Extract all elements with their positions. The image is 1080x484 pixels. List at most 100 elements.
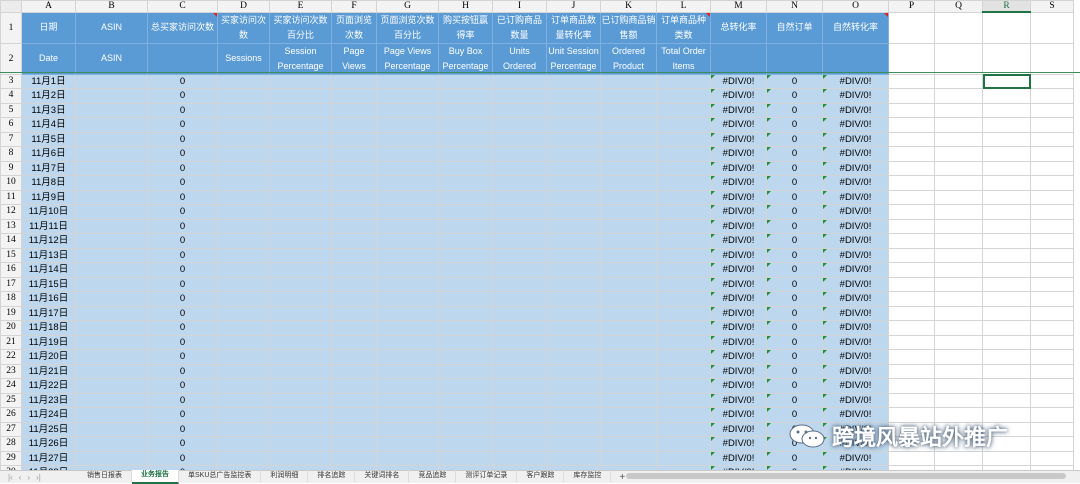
- data-cell[interactable]: [269, 189, 332, 205]
- empty-cell[interactable]: [888, 218, 935, 234]
- data-cell[interactable]: [376, 73, 439, 89]
- data-cell[interactable]: [656, 436, 711, 452]
- empty-cell[interactable]: [934, 450, 983, 466]
- data-cell[interactable]: [331, 102, 377, 118]
- data-cell[interactable]: [600, 392, 657, 408]
- data-cell[interactable]: [75, 102, 148, 118]
- sessions-total-cell[interactable]: 0: [147, 305, 218, 321]
- date-cell[interactable]: 11月21日: [21, 363, 76, 379]
- row-number[interactable]: 24: [0, 378, 22, 394]
- data-cell[interactable]: [269, 334, 332, 350]
- data-cell[interactable]: [656, 450, 711, 466]
- sheet-tab[interactable]: 排名追踪: [308, 470, 356, 482]
- data-cell[interactable]: [546, 421, 601, 437]
- sheet-tab[interactable]: 客户跟踪: [517, 470, 565, 482]
- data-cell[interactable]: [492, 247, 547, 263]
- header-cell[interactable]: [710, 42, 767, 75]
- empty-cell[interactable]: [888, 189, 935, 205]
- empty-cell[interactable]: [1030, 117, 1074, 133]
- data-cell[interactable]: [492, 320, 547, 336]
- date-cell[interactable]: 11月23日: [21, 392, 76, 408]
- row-number[interactable]: 22: [0, 349, 22, 365]
- empty-cell[interactable]: [888, 102, 935, 118]
- horizontal-scrollbar[interactable]: [610, 473, 1080, 479]
- data-cell[interactable]: [600, 117, 657, 133]
- empty-cell[interactable]: [982, 276, 1031, 292]
- data-cell[interactable]: [331, 233, 377, 249]
- data-cell[interactable]: [269, 218, 332, 234]
- row-number[interactable]: 6: [0, 117, 22, 133]
- sessions-total-cell[interactable]: 0: [147, 392, 218, 408]
- data-cell[interactable]: [75, 407, 148, 423]
- empty-cell[interactable]: [982, 450, 1031, 466]
- organic-conversion-cell[interactable]: #DIV/0!: [822, 305, 889, 321]
- empty-cell[interactable]: [934, 291, 983, 307]
- data-cell[interactable]: [600, 189, 657, 205]
- organic-conversion-cell[interactable]: #DIV/0!: [822, 363, 889, 379]
- sessions-total-cell[interactable]: 0: [147, 146, 218, 162]
- data-cell[interactable]: [656, 349, 711, 365]
- empty-cell[interactable]: [934, 160, 983, 176]
- organic-orders-cell[interactable]: 0: [766, 102, 823, 118]
- data-cell[interactable]: [492, 189, 547, 205]
- data-cell[interactable]: [217, 363, 270, 379]
- data-cell[interactable]: [75, 117, 148, 133]
- column-header-s[interactable]: S: [1030, 0, 1074, 13]
- data-cell[interactable]: [600, 88, 657, 104]
- organic-orders-cell[interactable]: 0: [766, 450, 823, 466]
- empty-cell[interactable]: [982, 218, 1031, 234]
- empty-cell[interactable]: [982, 42, 1031, 75]
- empty-cell[interactable]: [934, 334, 983, 350]
- data-cell[interactable]: [438, 421, 493, 437]
- header-cell[interactable]: 买家访问次数百分比: [269, 11, 332, 44]
- organic-conversion-cell[interactable]: #DIV/0!: [822, 247, 889, 263]
- data-cell[interactable]: [492, 276, 547, 292]
- data-cell[interactable]: [438, 363, 493, 379]
- data-cell[interactable]: [600, 160, 657, 176]
- data-cell[interactable]: [331, 218, 377, 234]
- data-cell[interactable]: [438, 102, 493, 118]
- data-cell[interactable]: [75, 204, 148, 220]
- data-cell[interactable]: [75, 291, 148, 307]
- conversion-rate-cell[interactable]: #DIV/0!: [710, 102, 767, 118]
- data-cell[interactable]: [75, 88, 148, 104]
- data-cell[interactable]: [656, 204, 711, 220]
- data-cell[interactable]: [269, 363, 332, 379]
- header-cell[interactable]: 购买按钮赢得率: [438, 11, 493, 44]
- data-cell[interactable]: [269, 450, 332, 466]
- data-cell[interactable]: [376, 117, 439, 133]
- data-cell[interactable]: [376, 131, 439, 147]
- organic-conversion-cell[interactable]: #DIV/0!: [822, 233, 889, 249]
- data-cell[interactable]: [75, 436, 148, 452]
- data-cell[interactable]: [331, 407, 377, 423]
- data-cell[interactable]: [75, 73, 148, 89]
- header-cell[interactable]: 买家访问次数: [217, 11, 270, 44]
- data-cell[interactable]: [75, 233, 148, 249]
- data-cell[interactable]: [217, 450, 270, 466]
- data-cell[interactable]: [656, 320, 711, 336]
- organic-conversion-cell[interactable]: #DIV/0!: [822, 189, 889, 205]
- organic-orders-cell[interactable]: 0: [766, 291, 823, 307]
- data-cell[interactable]: [75, 349, 148, 365]
- data-cell[interactable]: [546, 175, 601, 191]
- organic-conversion-cell[interactable]: #DIV/0!: [822, 320, 889, 336]
- data-cell[interactable]: [217, 131, 270, 147]
- data-cell[interactable]: [600, 436, 657, 452]
- sessions-total-cell[interactable]: 0: [147, 189, 218, 205]
- data-cell[interactable]: [656, 131, 711, 147]
- conversion-rate-cell[interactable]: #DIV/0!: [710, 160, 767, 176]
- data-cell[interactable]: [546, 378, 601, 394]
- empty-cell[interactable]: [1030, 42, 1074, 75]
- data-cell[interactable]: [376, 378, 439, 394]
- data-cell[interactable]: [600, 73, 657, 89]
- organic-orders-cell[interactable]: 0: [766, 305, 823, 321]
- empty-cell[interactable]: [888, 276, 935, 292]
- data-cell[interactable]: [492, 88, 547, 104]
- data-cell[interactable]: [600, 305, 657, 321]
- empty-cell[interactable]: [1030, 146, 1074, 162]
- column-header-m[interactable]: M: [710, 0, 767, 13]
- data-cell[interactable]: [492, 204, 547, 220]
- sessions-total-cell[interactable]: 0: [147, 320, 218, 336]
- row-number[interactable]: 9: [0, 160, 22, 176]
- row-number[interactable]: 10: [0, 175, 22, 191]
